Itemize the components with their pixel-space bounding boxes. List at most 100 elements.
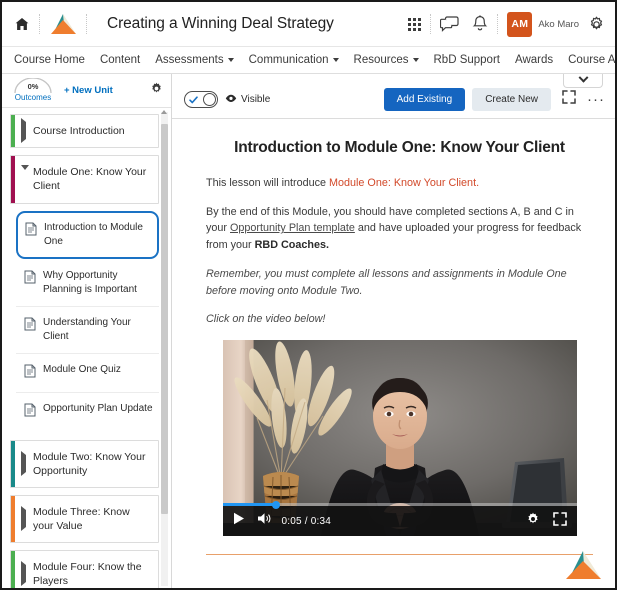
unit-label: Module Two: Know Your Opportunity (33, 450, 146, 477)
nav-label: Content (99, 54, 141, 66)
top-header: Creating a Winning Deal Strategy AM Ako … (2, 2, 615, 47)
notification-bell-icon[interactable] (472, 15, 488, 33)
lesson-label: Why Opportunity Planning is Important (43, 269, 137, 295)
document-icon (24, 364, 36, 383)
eye-icon (225, 94, 237, 106)
para2-bold: RBD Coaches. (254, 239, 330, 252)
settings-gear-icon[interactable] (588, 16, 605, 33)
unit-label: Module Three: Know your Value (33, 505, 130, 533)
lesson-item-opportunity-plan-update[interactable]: Opportunity Plan Update (16, 393, 159, 431)
sidebar-toolbar: 0% Outcomes + New Unit (2, 74, 171, 108)
expand-triangle-icon[interactable] (21, 450, 26, 476)
expand-fullscreen-icon[interactable] (562, 90, 576, 109)
unit-label: Module Four: Know the Players (33, 561, 142, 588)
lesson-item-why-opportunity-planning-is-important[interactable]: Why Opportunity Planning is Important (16, 260, 159, 307)
content-pane: Visible Add Existing Create New ··· Intr… (172, 74, 615, 588)
lesson-title: Introduction to Module One: Know Your Cl… (234, 139, 565, 156)
chevron-down-icon (578, 74, 588, 83)
expand-triangle-icon[interactable] (21, 506, 26, 532)
create-new-button[interactable]: Create New (472, 88, 551, 111)
nav-label: RbD Support (433, 54, 500, 66)
unit-accent-bar (11, 495, 15, 543)
chevron-down-icon (412, 58, 419, 62)
sidebar-unit-course-introduction[interactable]: Course Introduction (10, 114, 159, 149)
play-button-icon[interactable] (233, 512, 245, 530)
lesson-item-understanding-your-client[interactable]: Understanding Your Client (16, 307, 159, 354)
outcomes-progress[interactable]: 0% Outcomes (12, 77, 54, 104)
nav-label: Course Admin (568, 54, 616, 66)
chevron-down-icon (227, 58, 234, 62)
nav-item-course-home[interactable]: Course Home (14, 54, 85, 66)
outline-scroll-area[interactable]: Course Introduction Module One: Know You… (2, 108, 171, 588)
video-right-controls (526, 511, 567, 531)
lesson-content: Introduction to Module One: Know Your Cl… (172, 119, 615, 588)
brand-triangle-logo[interactable] (49, 13, 77, 35)
volume-speaker-icon[interactable] (257, 512, 271, 530)
video-fullscreen-icon[interactable] (552, 511, 567, 531)
video-settings-gear-icon[interactable] (526, 512, 540, 531)
sidebar-unit-module-two[interactable]: Module Two: Know Your Opportunity (10, 439, 159, 488)
outcomes-percent: 0% (27, 81, 39, 91)
content-divider (206, 554, 593, 556)
nav-item-content[interactable]: Content (100, 54, 140, 66)
unit-label: Course Introduction (33, 125, 125, 137)
chevron-down-icon (332, 58, 339, 62)
lesson-label: Module One Quiz (43, 363, 121, 375)
nav-item-awards[interactable]: Awards (515, 54, 553, 66)
header-divider (39, 14, 40, 34)
avatar[interactable]: AM (507, 11, 533, 37)
home-icon[interactable] (14, 16, 30, 32)
unit-accent-bar (11, 551, 15, 588)
sidebar-unit-module-one[interactable]: Module One: Know Your Client (10, 155, 159, 204)
sidebar-scrollbar-thumb[interactable] (161, 124, 168, 514)
expand-triangle-icon[interactable] (21, 118, 26, 144)
nav-label: Resources (353, 54, 409, 66)
lesson-label: Opportunity Plan Update (43, 402, 153, 414)
course-outline-sidebar: 0% Outcomes + New Unit Course Introducti… (2, 74, 172, 588)
video-controls: 0:05 / 0:34 (222, 500, 577, 537)
nav-item-communication[interactable]: Communication (249, 54, 339, 66)
nav-label: Assessments (155, 54, 224, 66)
nav-item-course-admin[interactable]: Course Admin (568, 54, 616, 66)
sidebar-settings-gear-icon[interactable] (150, 82, 163, 100)
nav-item-resources[interactable]: Resources (354, 54, 419, 66)
document-icon (24, 403, 36, 422)
expand-triangle-icon[interactable] (21, 561, 26, 587)
app-grid-icon[interactable] (408, 17, 422, 31)
add-existing-button[interactable]: Add Existing (383, 88, 466, 111)
application-window: Creating a Winning Deal Strategy AM Ako … (0, 0, 617, 590)
video-player[interactable]: 0:05 / 0:34 (222, 340, 577, 537)
lesson-paragraph-2: By the end of this Module, you should ha… (206, 204, 593, 254)
new-unit-button[interactable]: + New Unit (64, 85, 113, 96)
document-icon (24, 270, 36, 289)
unit-accent-bar (11, 156, 15, 203)
lesson-list-module-one: Introduction to Module One Why Opportuni… (10, 210, 159, 431)
visibility-toggle[interactable] (184, 91, 218, 108)
course-navigation-bar: Course Home Content Assessments Communic… (2, 47, 615, 74)
body-container: 0% Outcomes + New Unit Course Introducti… (2, 74, 615, 588)
document-icon (25, 222, 37, 241)
sidebar-unit-module-four[interactable]: Module Four: Know the Players (10, 550, 159, 588)
collapse-panel-button[interactable] (563, 74, 603, 88)
header-divider-3 (430, 14, 432, 34)
opportunity-plan-template-link[interactable]: Opportunity Plan template (230, 222, 355, 234)
document-icon (24, 317, 36, 336)
nav-label: Course Home (14, 54, 85, 66)
more-options-ellipsis-icon[interactable]: ··· (587, 92, 605, 107)
nav-item-assessments[interactable]: Assessments (155, 54, 234, 66)
collapse-triangle-icon[interactable] (21, 165, 29, 188)
lesson-label: Introduction to Module One (44, 221, 143, 247)
lesson-item-introduction-to-module-one[interactable]: Introduction to Module One (16, 210, 159, 259)
chat-bubbles-icon[interactable] (440, 15, 459, 33)
nav-item-rbd-support[interactable]: RbD Support (434, 54, 500, 66)
header-actions: AM Ako Maro (408, 11, 605, 37)
content-toolbar: Visible Add Existing Create New ··· (172, 81, 615, 119)
scroll-up-arrow-icon[interactable] (161, 110, 167, 114)
lesson-paragraph-3: Remember, you must complete all lessons … (206, 267, 567, 297)
user-name-label: Ako Maro (538, 18, 579, 30)
lesson-item-module-one-quiz[interactable]: Module One Quiz (16, 354, 159, 393)
lesson-paragraph-1: This lesson will introduce Module One: K… (206, 175, 593, 192)
unit-accent-bar (11, 440, 15, 487)
toggle-knob (202, 93, 216, 106)
sidebar-unit-module-three[interactable]: Module Three: Know your Value (10, 494, 159, 544)
